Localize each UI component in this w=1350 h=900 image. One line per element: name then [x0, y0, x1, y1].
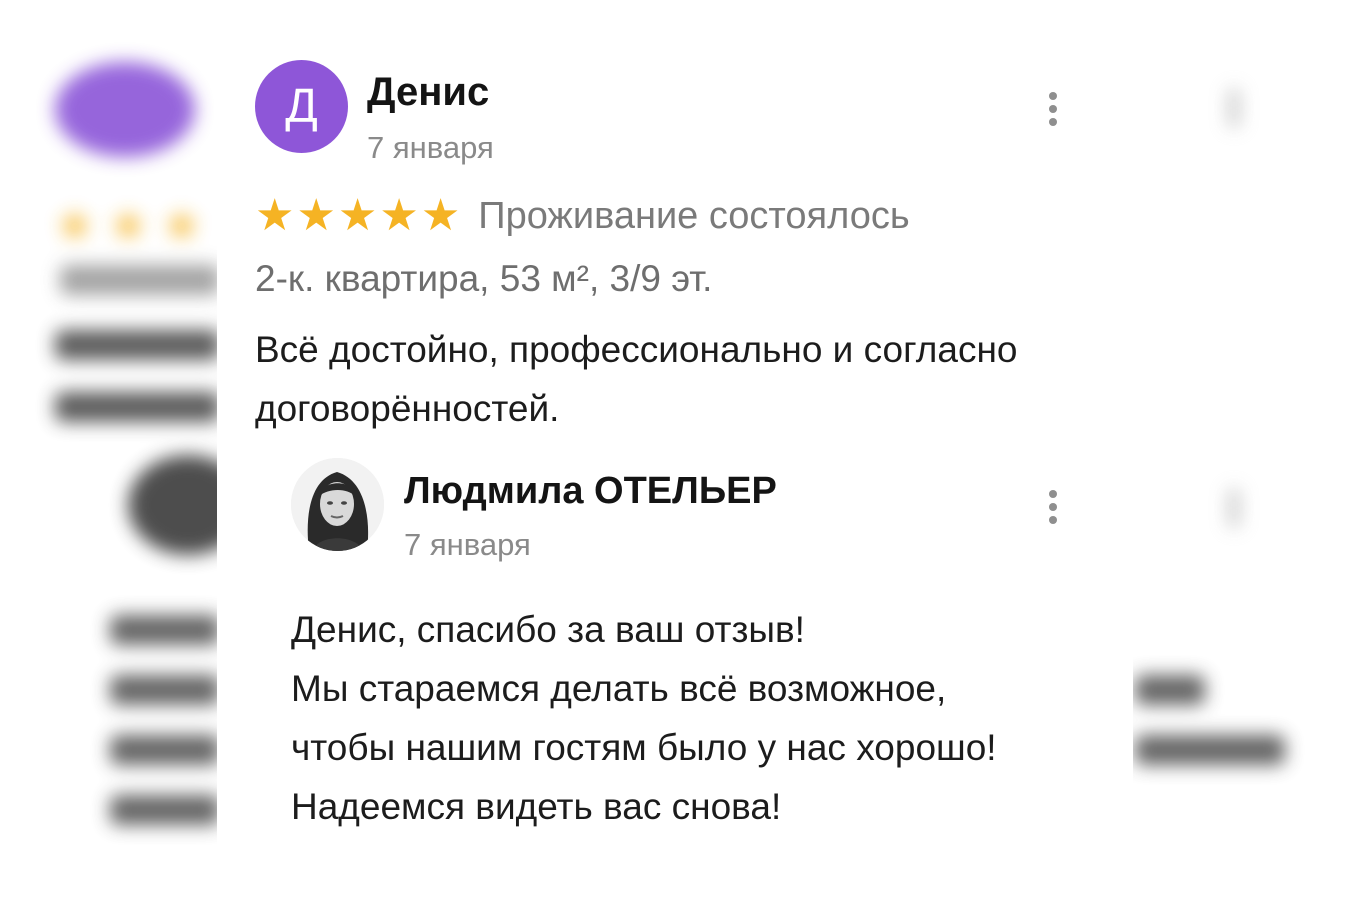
blurred-text-line [1135, 735, 1285, 765]
reply-date: 7 января [404, 527, 531, 562]
stay-status: Проживание состоялось [478, 194, 910, 237]
blurred-text-line [110, 675, 220, 705]
blurred-more-icon [1228, 88, 1240, 128]
reply-avatar[interactable] [291, 458, 384, 551]
reply-author-name[interactable]: Людмила ОТЕЛЬЕР [404, 470, 777, 513]
reply-avatar-photo [291, 458, 384, 551]
blurred-text-line [1135, 675, 1205, 705]
star-icon: ★ [420, 191, 461, 240]
reply-text: Денис, спасибо за ваш отзыв! Мы стараемс… [291, 600, 1131, 836]
review-author-name[interactable]: Денис [367, 70, 489, 115]
blurred-text-line [110, 735, 220, 765]
star-icon: ★ [255, 191, 295, 240]
review-card: Д Денис 7 января ★ ★ ★ ★ ★ Проживание со… [217, 0, 1133, 900]
more-vertical-icon[interactable] [1047, 490, 1059, 524]
review-date: 7 января [367, 130, 494, 165]
blurred-more-icon [1228, 488, 1240, 528]
avatar-letter: Д [285, 80, 318, 133]
star-icon: ★ [379, 191, 419, 240]
blurred-text-line [60, 265, 220, 295]
blurred-text-line [55, 330, 220, 360]
blurred-text-line [110, 795, 220, 825]
review-text: Всё достойно, профессионально и согласно… [255, 329, 1018, 429]
avatar[interactable]: Д [255, 60, 348, 153]
reply-text-line: чтобы нашим гостям было у нас хорошо! [291, 727, 997, 768]
reply-text-line: Мы стараемся делать всё возможное, [291, 668, 947, 709]
more-vertical-icon[interactable] [1047, 92, 1059, 126]
blurred-avatar [55, 62, 195, 157]
star-icon: ★ [337, 191, 378, 240]
rating-row: ★ ★ ★ ★ ★ Проживание состоялось [255, 194, 910, 238]
apartment-info: 2-к. квартира, 53 м², 3/9 эт. [255, 258, 713, 299]
star-icon: ★ [296, 191, 336, 240]
reply-text-line: Денис, спасибо за ваш отзыв! [291, 609, 805, 650]
blurred-stars: ★★★ [55, 201, 216, 250]
blurred-text-line [55, 392, 220, 422]
rating-stars: ★ ★ ★ ★ ★ [255, 194, 460, 238]
reply-text-line: Надеемся видеть вас снова! [291, 786, 782, 827]
blurred-text-line [110, 615, 220, 645]
